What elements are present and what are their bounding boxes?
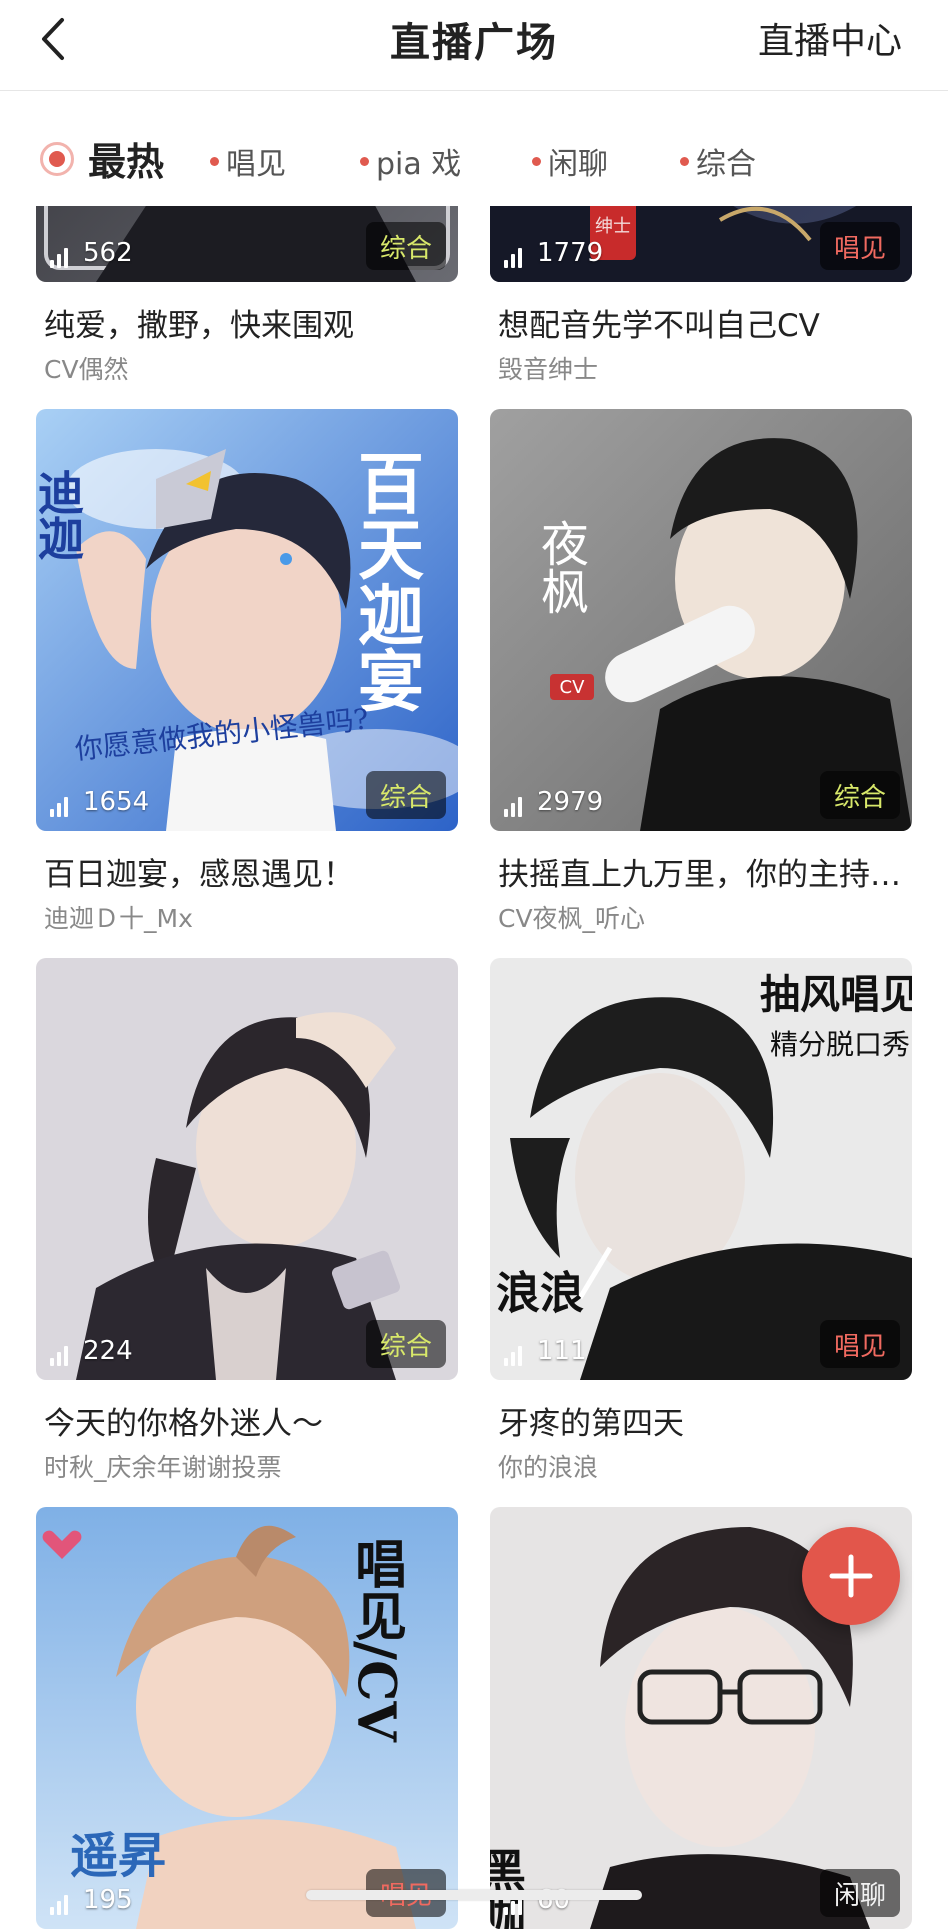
viewer-count-value: 111: [537, 1336, 587, 1366]
viewer-count: 1779: [504, 238, 603, 268]
tab-general[interactable]: 综合: [680, 139, 756, 183]
create-live-button[interactable]: [802, 1527, 900, 1625]
top-nav-bar: 直播广场 直播中心: [0, 0, 948, 91]
svg-text:迪迦: 迪迦: [36, 469, 85, 561]
room-title: 牙疼的第四天: [498, 1406, 684, 1442]
viewer-count: 2979: [504, 787, 603, 817]
cover-art-image: 抽风唱见 精分脱口秀 浪浪: [490, 958, 912, 1380]
category-tag: 综合: [819, 771, 900, 819]
live-center-link[interactable]: 直播中心: [758, 12, 902, 64]
popularity-bars-icon: [504, 246, 525, 268]
room-title: 纯爱，撒野，快来围观: [44, 308, 354, 344]
cover-art-image: 迪迦 百天迦宴 你愿意做我的小怪兽吗?: [36, 409, 458, 831]
viewer-count: 1654: [50, 787, 149, 817]
tab-pia-drama[interactable]: pia 戏: [360, 139, 461, 183]
room-title: 想配音先学不叫自己CV: [498, 308, 820, 344]
popularity-bars-icon: [50, 1893, 71, 1915]
svg-text:遥昇: 遥昇: [70, 1828, 166, 1884]
viewer-count: 195: [50, 1885, 133, 1915]
room-title: 今天的你格外迷人～: [44, 1406, 323, 1442]
viewer-count: 562: [50, 238, 133, 268]
host-name: 迪迦Ｄ十_Mx: [44, 904, 193, 933]
popularity-bars-icon: [50, 1344, 71, 1366]
dot-icon: [680, 156, 689, 166]
category-tag: 综合: [365, 1320, 446, 1368]
host-name: 毁音绅士: [498, 355, 599, 384]
cover-art-image: [36, 958, 458, 1380]
category-tag: 唱见: [819, 1320, 900, 1368]
category-tag: 综合: [365, 222, 446, 270]
viewer-count-value: 224: [83, 1336, 133, 1366]
cover-art-image: 唱见/CV 遥昇: [36, 1507, 458, 1929]
viewer-count-value: 2979: [537, 787, 604, 817]
popularity-bars-icon: [50, 246, 71, 268]
svg-text:绅士: 绅士: [595, 216, 631, 237]
svg-text:抽风唱见: 抽风唱见: [760, 972, 912, 1018]
room-cover: 抽风唱见 精分脱口秀 浪浪 111 唱见: [490, 958, 912, 1380]
popularity-bars-icon: [50, 795, 71, 817]
viewer-count: 224: [50, 1336, 133, 1366]
filter-tabs: 最热 唱见 pia 戏 闲聊 综合: [0, 91, 948, 206]
popularity-bars-icon: [504, 1344, 525, 1366]
room-cover: 迪迦 百天迦宴 你愿意做我的小怪兽吗? 1654 综合: [36, 409, 458, 831]
dot-icon: [360, 156, 369, 166]
category-tag: 唱见: [819, 222, 900, 270]
svg-text:CV: CV: [560, 677, 586, 698]
room-title: 扶摇直上九万里，你的主持…: [498, 857, 901, 893]
category-tag: 综合: [365, 771, 446, 819]
svg-text:夜枫: 夜枫: [532, 519, 588, 615]
dot-icon: [532, 156, 541, 166]
tab-label: 综合: [696, 147, 756, 182]
plus-icon: [829, 1554, 873, 1598]
viewer-count-value: 1654: [83, 787, 150, 817]
host-name: CV夜枫_听心: [498, 904, 646, 933]
cover-art-image: 夜枫 CV: [490, 409, 912, 831]
room-cover: 224 综合: [36, 958, 458, 1380]
dot-icon: [210, 156, 219, 166]
svg-text:精分脱口秀: 精分脱口秀: [770, 1028, 910, 1061]
selected-radio-icon: [40, 141, 74, 176]
svg-text:浪浪: 浪浪: [496, 1268, 584, 1319]
home-indicator[interactable]: [306, 1890, 642, 1900]
room-cover: 夜枫 CV 2979 综合: [490, 409, 912, 831]
tab-label: 闲聊: [548, 147, 608, 182]
category-tag: 闲聊: [819, 1869, 900, 1917]
viewer-count-value: 562: [83, 238, 133, 268]
svg-text:百天迦宴: 百天迦宴: [347, 449, 425, 713]
viewer-count-value: 1779: [537, 238, 604, 268]
popularity-bars-icon: [504, 795, 525, 817]
tab-label: pia 戏: [376, 147, 462, 182]
tab-label: 唱见: [226, 147, 286, 182]
host-name: CV偶然: [44, 355, 129, 384]
room-cover: 唱见/CV 遥昇 195 唱见: [36, 1507, 458, 1929]
svg-text:唱见/CV: 唱见/CV: [346, 1537, 407, 1743]
tab-label: 最热: [88, 140, 165, 184]
tab-hottest[interactable]: 最热: [40, 131, 164, 186]
host-name: 时秋_庆余年谢谢投票: [44, 1453, 282, 1482]
room-title: 百日迦宴，感恩遇见！: [44, 857, 354, 893]
tab-singing[interactable]: 唱见: [210, 139, 286, 183]
viewer-count: 111: [504, 1336, 587, 1366]
live-room-grid: 562 综合 纯爱，撒野，快来围观 CV偶然 绅士 1779 唱见 想配音先学不…: [0, 0, 948, 1929]
host-name: 你的浪浪: [498, 1453, 599, 1482]
tab-chat[interactable]: 闲聊: [532, 139, 608, 183]
viewer-count-value: 195: [83, 1885, 133, 1915]
